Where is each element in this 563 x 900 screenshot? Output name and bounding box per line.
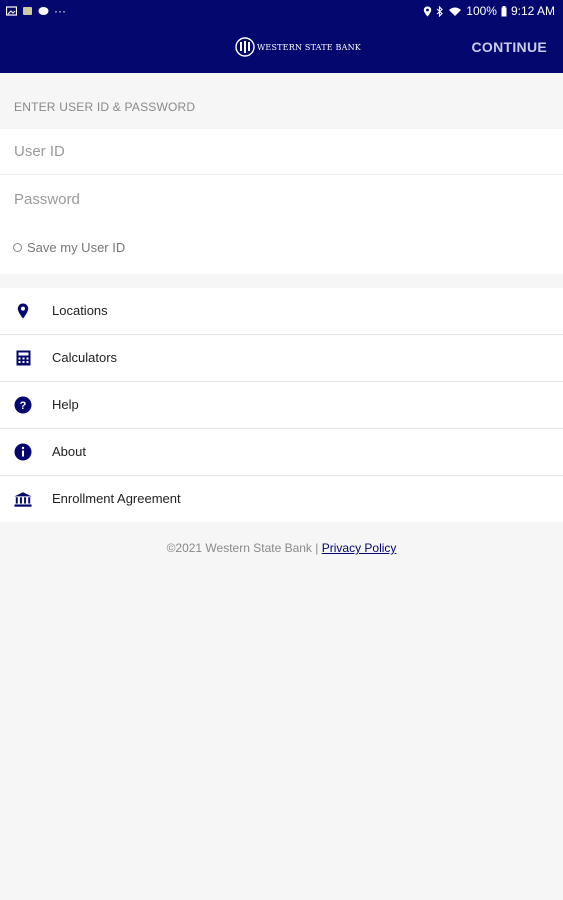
password-input[interactable]: [0, 176, 563, 222]
privacy-policy-link[interactable]: Privacy Policy: [322, 541, 397, 555]
gallery-icon: [6, 6, 17, 16]
info-circle-icon: [14, 443, 32, 461]
bank-logo-text: WESTERN STATE BANK: [257, 42, 361, 52]
battery-icon: [501, 5, 507, 16]
footer: ©2021 Western State Bank | Privacy Polic…: [0, 541, 563, 555]
menu-item-enrollment-agreement[interactable]: Enrollment Agreement: [0, 476, 563, 522]
user-id-input[interactable]: [0, 129, 563, 175]
clock: 9:12 AM: [510, 4, 555, 18]
save-user-id-toggle[interactable]: Save my User ID: [13, 240, 125, 255]
app-bar: WESTERN STATE BANK CONTINUE: [0, 22, 563, 73]
app-notification-icon: [23, 7, 32, 15]
menu-item-help[interactable]: ? Help: [0, 382, 563, 429]
bank-building-icon: [14, 490, 32, 508]
copyright-text: ©2021 Western State Bank |: [166, 541, 319, 555]
menu-label-calculators: Calculators: [52, 350, 118, 365]
menu-label-about: About: [52, 444, 86, 459]
menu-item-about[interactable]: About: [0, 429, 563, 476]
chat-icon: [38, 7, 49, 15]
bank-logo-mark-icon: [235, 37, 255, 57]
continue-button[interactable]: CONTINUE: [471, 39, 547, 55]
save-user-id-radio[interactable]: [13, 243, 22, 252]
save-user-id-label: Save my User ID: [27, 240, 126, 255]
menu-item-calculators[interactable]: Calculators: [0, 335, 563, 382]
menu-label-enrollment-agreement: Enrollment Agreement: [52, 491, 181, 506]
menu-list: Locations Calculators ? Help About Enrol…: [0, 288, 563, 522]
calculator-icon: [14, 349, 32, 367]
menu-label-help: Help: [52, 397, 79, 412]
help-circle-icon: ?: [14, 396, 32, 414]
svg-text:?: ?: [20, 400, 27, 412]
menu-label-locations: Locations: [52, 303, 108, 318]
menu-item-locations[interactable]: Locations: [0, 288, 563, 335]
status-bar: ··· 100% 9:12 AM: [0, 0, 563, 22]
login-section-label: ENTER USER ID & PASSWORD: [14, 100, 196, 114]
login-card: Save my User ID: [0, 129, 563, 274]
status-system: 100% 9:12 AM: [423, 4, 555, 18]
battery-percent: 100%: [466, 4, 497, 18]
wifi-icon: [449, 7, 462, 16]
bluetooth-icon: [436, 5, 444, 17]
more-notifications-dots: ···: [54, 4, 66, 18]
bank-logo: WESTERN STATE BANK: [235, 37, 361, 57]
location-pin-icon: [14, 302, 32, 320]
location-icon: [424, 6, 432, 16]
status-notifications: ···: [6, 4, 66, 18]
